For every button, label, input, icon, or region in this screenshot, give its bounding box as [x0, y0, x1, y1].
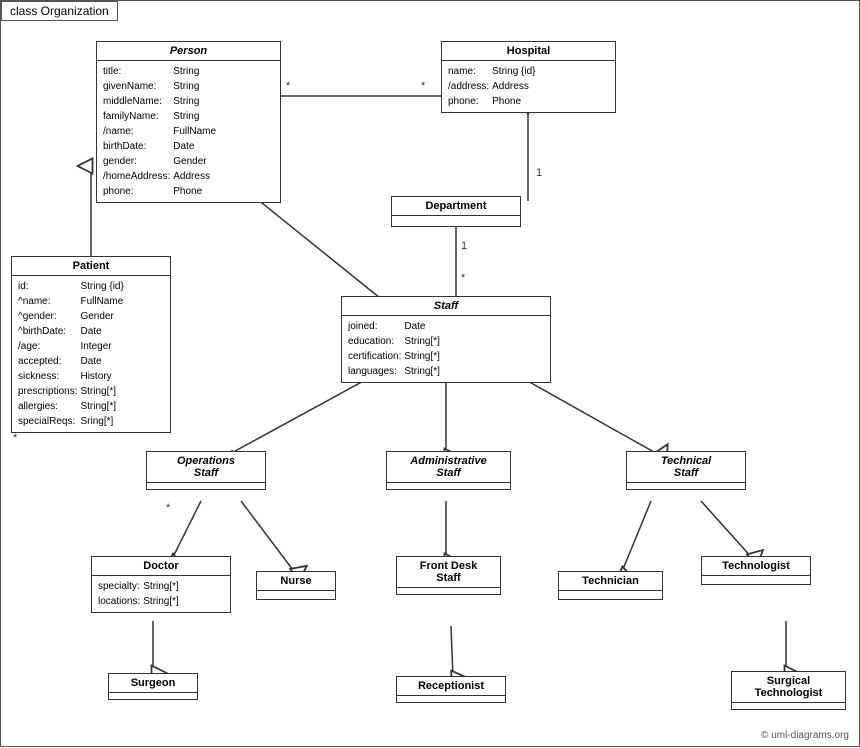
class-nurse-body — [257, 591, 335, 599]
class-technical-staff: Technical Staff — [626, 451, 746, 490]
diagram-title: class Organization — [1, 1, 118, 21]
class-surgeon: Surgeon — [108, 673, 198, 700]
class-department: Department — [391, 196, 521, 227]
class-frontdesk-body — [397, 588, 500, 594]
class-surgical-technologist-header: Surgical Technologist — [732, 672, 845, 703]
class-admin-staff-body — [387, 483, 510, 489]
class-operations-staff: Operations Staff — [146, 451, 266, 490]
svg-text:1: 1 — [461, 240, 467, 252]
class-technical-staff-header: Technical Staff — [627, 452, 745, 483]
class-staff-header: Staff — [342, 297, 550, 316]
class-technician-header: Technician — [559, 572, 662, 591]
class-patient: Patient id:String {id} ^name:FullName ^g… — [11, 256, 171, 433]
class-technologist-body — [702, 576, 810, 584]
class-receptionist-header: Receptionist — [397, 677, 505, 696]
class-receptionist-body — [397, 696, 505, 702]
class-hospital-body: name:String {id} /address:Address phone:… — [442, 61, 615, 112]
class-technician: Technician — [558, 571, 663, 600]
class-surgical-technologist-body — [732, 703, 845, 709]
class-staff-body: joined:Date education:String[*] certific… — [342, 316, 550, 382]
class-technologist: Technologist — [701, 556, 811, 585]
class-person-body: title:String givenName:String middleName… — [97, 61, 280, 202]
class-surgical-technologist: Surgical Technologist — [731, 671, 846, 710]
class-operations-staff-body — [147, 483, 265, 489]
class-person-header: Person — [97, 42, 280, 61]
svg-text:*: * — [461, 272, 466, 284]
svg-text:1: 1 — [536, 167, 542, 179]
svg-text:*: * — [13, 432, 18, 444]
class-frontdesk: Front Desk Staff — [396, 556, 501, 595]
class-patient-header: Patient — [12, 257, 170, 276]
class-operations-staff-header: Operations Staff — [147, 452, 265, 483]
class-hospital: Hospital name:String {id} /address:Addre… — [441, 41, 616, 113]
class-receptionist: Receptionist — [396, 676, 506, 703]
svg-text:*: * — [286, 80, 291, 92]
class-staff: Staff joined:Date education:String[*] ce… — [341, 296, 551, 383]
class-patient-body: id:String {id} ^name:FullName ^gender:Ge… — [12, 276, 170, 432]
class-surgeon-body — [109, 693, 197, 699]
class-department-header: Department — [392, 197, 520, 216]
class-frontdesk-header: Front Desk Staff — [397, 557, 500, 588]
class-department-body — [392, 216, 520, 226]
class-nurse: Nurse — [256, 571, 336, 600]
class-technical-staff-body — [627, 483, 745, 489]
class-doctor-header: Doctor — [92, 557, 230, 576]
class-doctor-body: specialty:String[*] locations:String[*] — [92, 576, 230, 612]
class-admin-staff: Administrative Staff — [386, 451, 511, 490]
class-person: Person title:String givenName:String mid… — [96, 41, 281, 203]
svg-text:*: * — [166, 502, 171, 514]
class-doctor: Doctor specialty:String[*] locations:Str… — [91, 556, 231, 613]
diagram-container: class Organization — [0, 0, 860, 747]
class-admin-staff-header: Administrative Staff — [387, 452, 510, 483]
class-nurse-header: Nurse — [257, 572, 335, 591]
class-hospital-header: Hospital — [442, 42, 615, 61]
copyright-text: © uml-diagrams.org — [761, 730, 849, 741]
svg-text:*: * — [421, 80, 426, 92]
class-technician-body — [559, 591, 662, 599]
class-technologist-header: Technologist — [702, 557, 810, 576]
class-surgeon-header: Surgeon — [109, 674, 197, 693]
